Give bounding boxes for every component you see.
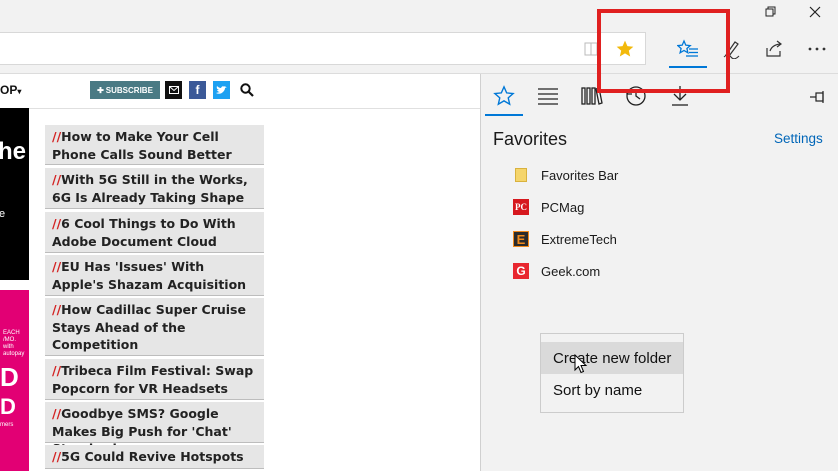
- context-menu: Create new folder Sort by name: [540, 333, 684, 413]
- headline-prefix: //: [52, 129, 62, 144]
- extremetech-icon: E: [513, 231, 529, 247]
- cursor-arrow-icon: [574, 353, 588, 374]
- advertisement[interactable]: EACH/MO. with autopay D D mers: [0, 290, 29, 471]
- ad-text-big-2: D: [0, 394, 16, 419]
- twitter-icon: [216, 85, 227, 94]
- ad-text-footer: mers: [0, 422, 14, 428]
- headline-text: How to Make Your Cell Phone Calls Sound …: [52, 129, 232, 162]
- mouse-cursor: [574, 353, 588, 376]
- more-icon: [808, 47, 826, 51]
- favorite-label: ExtremeTech: [541, 231, 617, 247]
- headline-link[interactable]: //How to Make Your Cell Phone Calls Soun…: [45, 125, 264, 165]
- tab-favorites[interactable]: [485, 78, 523, 116]
- geek-icon: G: [513, 263, 529, 279]
- subscribe-button[interactable]: ✚ SUBSCRIBE: [90, 81, 160, 99]
- headline-prefix: //: [52, 302, 62, 317]
- pcmag-icon: PC: [513, 199, 529, 215]
- email-icon: [168, 86, 179, 94]
- favorite-item-geek[interactable]: G Geek.com: [513, 257, 600, 285]
- favorite-label: PCMag: [541, 199, 585, 215]
- pin-panel-button[interactable]: [803, 82, 833, 112]
- folder-icon: [513, 167, 529, 183]
- restore-icon: [765, 6, 776, 17]
- search-button[interactable]: [238, 81, 256, 99]
- headline-text: With 5G Still in the Works, 6G Is Alread…: [52, 172, 248, 205]
- nav-menu-fragment[interactable]: OP▾: [0, 83, 21, 97]
- headline-text: How Cadillac Super Cruise Stays Ahead of…: [52, 302, 246, 352]
- hero-text-small: e: [0, 208, 6, 220]
- sort-by-name-menu-item[interactable]: Sort by name: [541, 374, 683, 406]
- close-window-button[interactable]: [792, 0, 838, 24]
- favorite-item-favorites-bar[interactable]: Favorites Bar: [513, 161, 618, 189]
- tab-reading-list[interactable]: [529, 78, 567, 114]
- more-button[interactable]: [800, 34, 834, 64]
- headline-text: EU Has 'Issues' With Apple's Shazam Acqu…: [52, 259, 247, 292]
- headline-link[interactable]: //Tribeca Film Festival: Swap Popcorn fo…: [45, 359, 264, 400]
- headline-text: 6 Cool Things to Do With Adobe Document …: [52, 216, 236, 249]
- create-new-folder-menu-item[interactable]: Create new folder: [541, 342, 683, 374]
- share-button[interactable]: [758, 34, 790, 64]
- headline-prefix: //: [52, 363, 62, 378]
- headline-prefix: //: [52, 406, 62, 421]
- webpage-content: OP▾ ✚ SUBSCRIBE f he e EACH/MO. with autopa…: [0, 74, 480, 471]
- headline-link[interactable]: //How Cadillac Super Cruise Stays Ahead …: [45, 298, 264, 356]
- pin-icon: [810, 91, 824, 103]
- favorite-label: Geek.com: [541, 263, 601, 279]
- highlight-box: [597, 9, 730, 93]
- headline-link[interactable]: //5G Could Revive Hotspots: [45, 445, 264, 469]
- plus-icon: ✚: [97, 85, 104, 95]
- settings-link[interactable]: Settings: [774, 131, 823, 146]
- favorite-item-extremetech[interactable]: E ExtremeTech: [513, 225, 617, 253]
- headline-prefix: //: [52, 449, 62, 464]
- menu-item-label: Sort by name: [553, 381, 643, 399]
- headline-prefix: //: [52, 259, 62, 274]
- email-button[interactable]: [165, 81, 182, 99]
- subscribe-label: SUBSCRIBE: [105, 85, 153, 95]
- ad-text-small: EACH/MO. with autopay: [3, 330, 25, 357]
- headline-text: Tribeca Film Festival: Swap Popcorn for …: [52, 363, 254, 396]
- star-outline-icon: [493, 85, 515, 106]
- facebook-icon: f: [195, 83, 200, 97]
- favorite-item-pcmag[interactable]: PC PCMag: [513, 193, 584, 221]
- share-icon: [766, 40, 782, 57]
- headline-link[interactable]: //EU Has 'Issues' With Apple's Shazam Ac…: [45, 255, 264, 296]
- site-header: OP▾ ✚ SUBSCRIBE f: [0, 74, 480, 109]
- favorite-label: Favorites Bar: [541, 167, 619, 183]
- twitter-button[interactable]: [213, 81, 230, 99]
- close-icon: [809, 6, 821, 18]
- restore-button[interactable]: [748, 0, 794, 24]
- hero-image[interactable]: he e: [0, 108, 29, 280]
- headline-text: 5G Could Revive Hotspots: [61, 449, 244, 464]
- menu-item-label: Create new folder: [553, 349, 672, 367]
- headline-link[interactable]: //Goodbye SMS? Google Makes Big Push for…: [45, 402, 264, 456]
- address-bar[interactable]: [0, 32, 646, 65]
- headline-prefix: //: [52, 216, 62, 231]
- ad-text-big: D: [0, 362, 19, 392]
- facebook-button[interactable]: f: [189, 81, 206, 99]
- reading-list-icon: [538, 88, 558, 105]
- hero-text: he: [0, 138, 27, 165]
- panel-title: Favorites: [493, 129, 568, 149]
- search-icon: [240, 83, 254, 97]
- headline-prefix: //: [52, 172, 62, 187]
- headline-link[interactable]: //6 Cool Things to Do With Adobe Documen…: [45, 212, 264, 253]
- headline-link[interactable]: //With 5G Still in the Works, 6G Is Alre…: [45, 168, 264, 209]
